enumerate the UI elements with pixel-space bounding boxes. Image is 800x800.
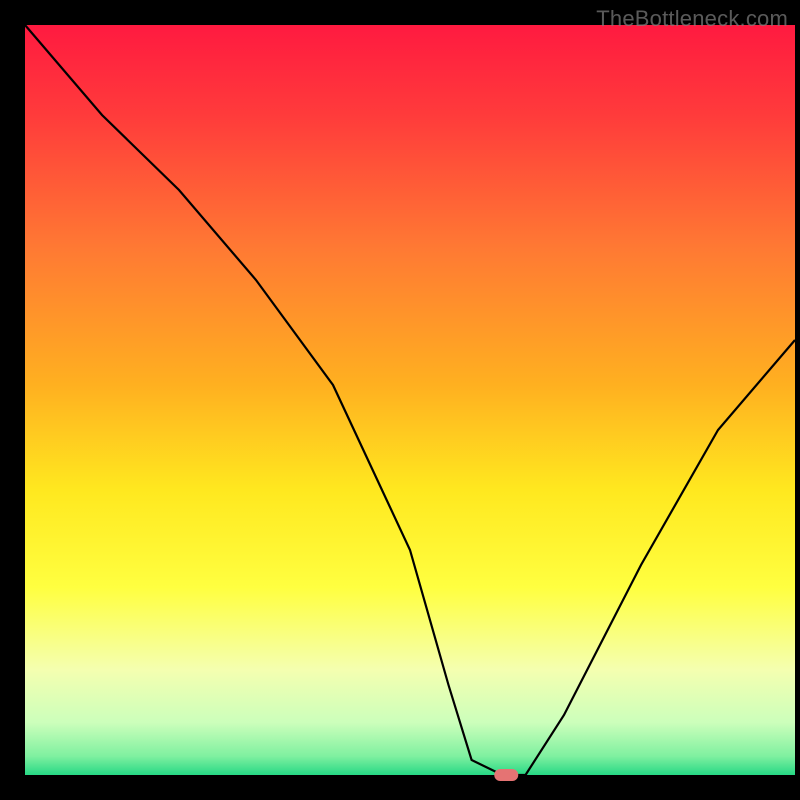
watermark-label: TheBottleneck.com xyxy=(596,6,788,32)
plot-background xyxy=(25,25,795,775)
chart-container: TheBottleneck.com xyxy=(0,0,800,800)
bottleneck-chart xyxy=(0,0,800,800)
optimal-point-marker xyxy=(494,769,518,781)
